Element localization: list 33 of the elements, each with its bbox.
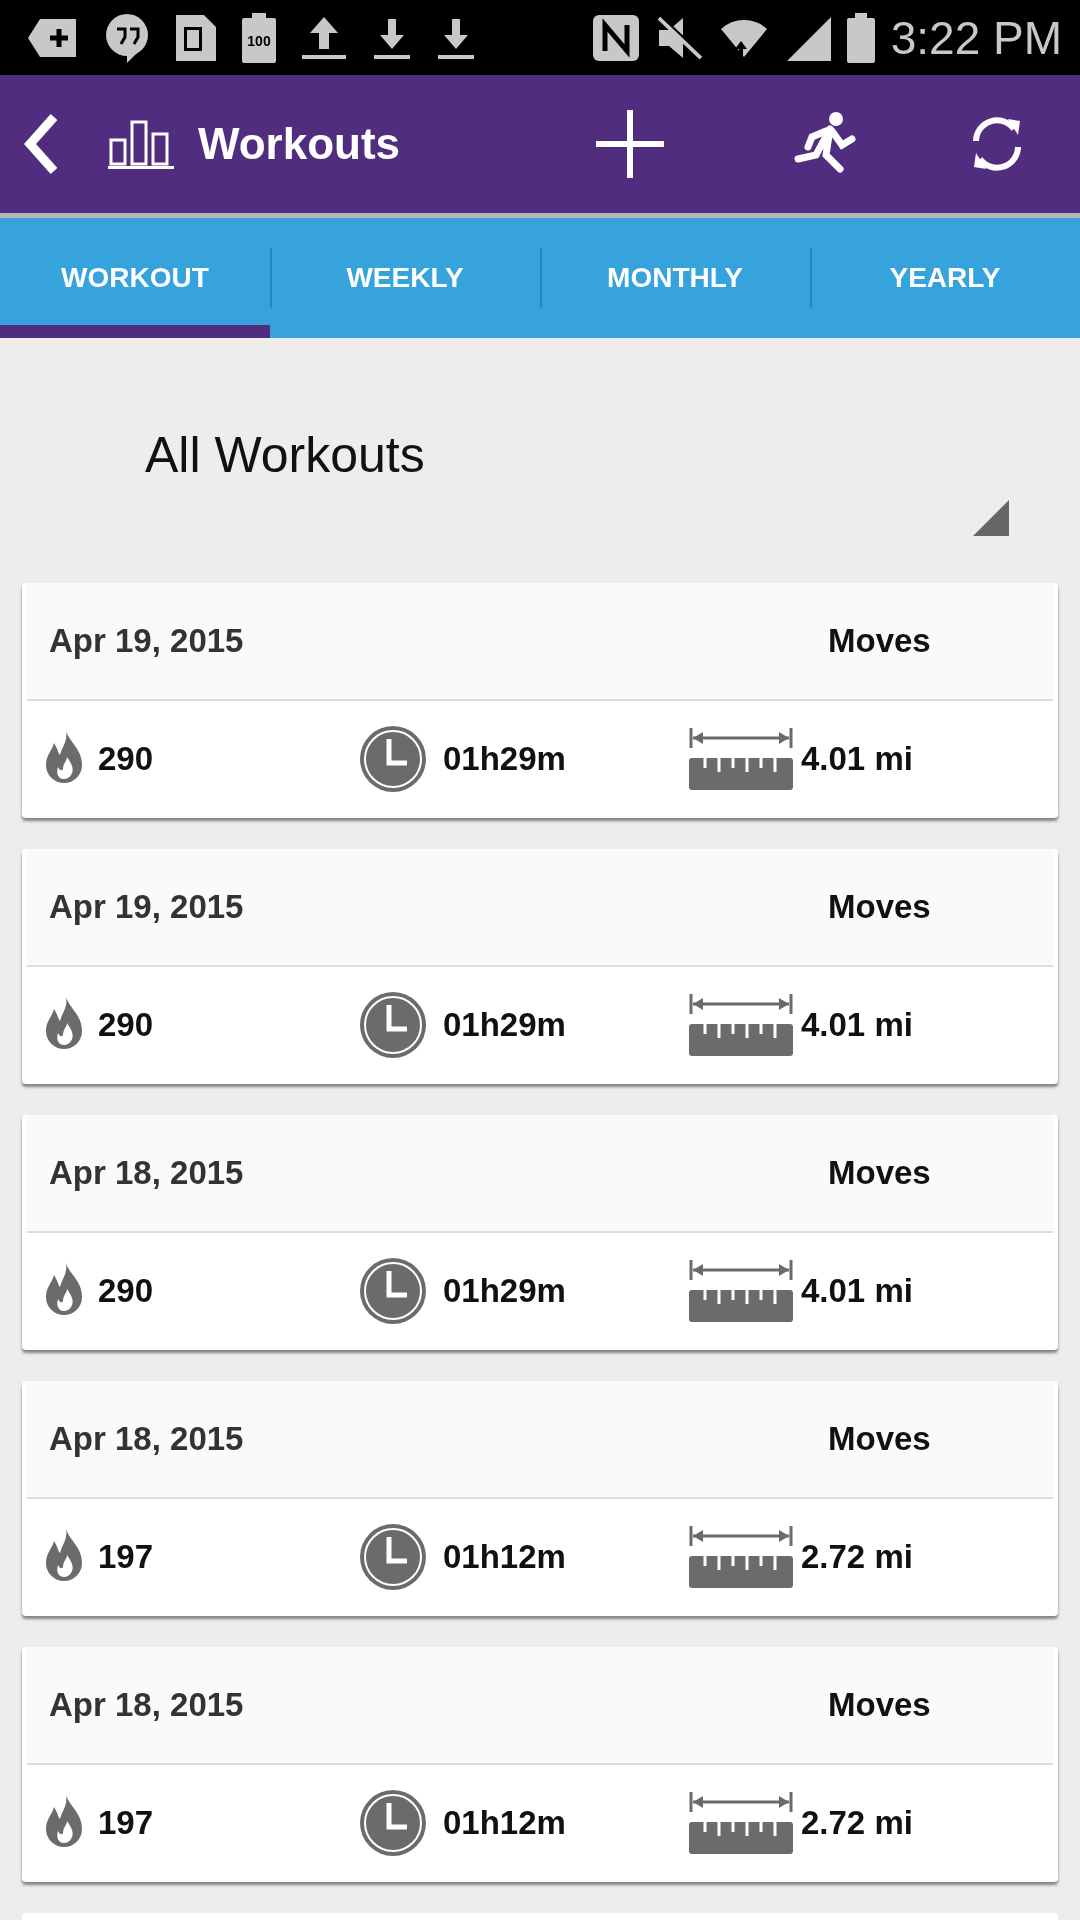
workout-filter-dropdown[interactable]: All Workouts bbox=[145, 425, 425, 485]
workout-date: Apr 18, 2015 bbox=[49, 1153, 245, 1194]
distance-value: 2.72 mi bbox=[801, 1802, 913, 1843]
workout-date: Apr 18, 2015 bbox=[49, 1685, 245, 1726]
duration-value: 01h12m bbox=[443, 1802, 566, 1843]
calories-value: 197 bbox=[98, 1536, 154, 1577]
workout-source: Moves bbox=[828, 1419, 932, 1460]
workout-source: Moves bbox=[828, 887, 932, 928]
workout-card[interactable]: Apr 18, 2015 Moves 197 01h12m 2.72 mi bbox=[22, 1381, 1058, 1616]
calories-value: 197 bbox=[98, 1802, 154, 1843]
duration-value: 01h29m bbox=[443, 1004, 566, 1045]
distance-value: 2.72 mi bbox=[801, 1536, 913, 1577]
distance-value: 4.01 mi bbox=[801, 1270, 913, 1311]
workout-date: Apr 18, 2015 bbox=[49, 1419, 245, 1460]
workout-date: Apr 19, 2015 bbox=[49, 887, 245, 928]
workout-card[interactable]: Apr 19, 2015 Moves 290 01h29m 4.01 mi bbox=[22, 583, 1058, 818]
workout-card[interactable]: Apr 19, 2015 Moves 290 01h29m 4.01 mi bbox=[22, 849, 1058, 1084]
workout-card[interactable]: Apr 18, 2015 Moves 290 01h29m 4.01 mi bbox=[22, 1115, 1058, 1350]
distance-value: 4.01 mi bbox=[801, 1004, 913, 1045]
duration-value: 01h12m bbox=[443, 1536, 566, 1577]
workout-source: Moves bbox=[828, 1153, 932, 1194]
calories-value: 290 bbox=[98, 1004, 154, 1045]
app-title: Workouts bbox=[198, 118, 401, 170]
calories-value: 290 bbox=[98, 1270, 154, 1311]
workout-date: Apr 19, 2015 bbox=[49, 621, 245, 662]
distance-value: 4.01 mi bbox=[801, 738, 913, 779]
duration-value: 01h29m bbox=[443, 738, 566, 779]
workout-source: Moves bbox=[828, 621, 932, 662]
workout-source: Moves bbox=[828, 1685, 932, 1726]
duration-value: 01h29m bbox=[443, 1270, 566, 1311]
calories-value: 290 bbox=[98, 738, 154, 779]
status-time: 3:22 PM bbox=[890, 14, 1062, 61]
workout-card[interactable]: Apr 18, 2015 Moves 197 01h12m 2.72 mi bbox=[22, 1647, 1058, 1882]
